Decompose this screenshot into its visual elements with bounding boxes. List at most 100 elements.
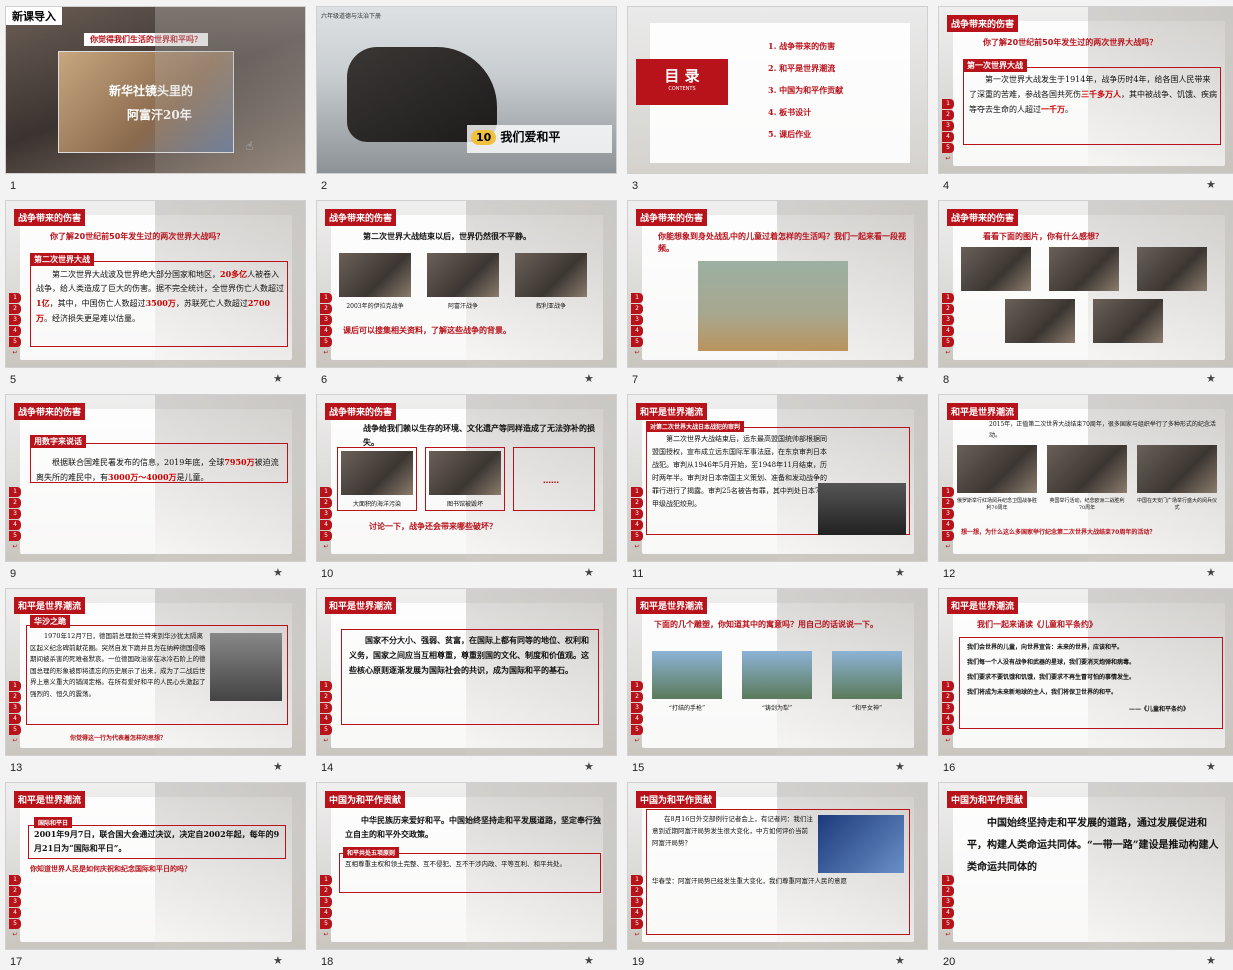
side-nav-item-5[interactable]: 5 xyxy=(9,337,21,347)
slide-canvas[interactable]: 中国为和平作贡献 1 2 3 4 5 ↩ 在8月16日外交部例行记者会上，有记者问：我们注意到… xyxy=(627,782,928,950)
side-nav-item-3[interactable]: 3 xyxy=(942,121,954,131)
slide-thumb-15[interactable]: 和平是世界潮流 1 2 3 4 5 ↩ 下面的几个雕塑，你知道其中的寓意吗？用自己的话说说一下… xyxy=(622,582,933,776)
slide-thumb-2[interactable]: 六年级道德与法治下册 10 我们爱和平 2 xyxy=(311,0,622,194)
side-nav-item-2[interactable]: 2 xyxy=(9,498,21,508)
side-nav-item-3[interactable]: 3 xyxy=(9,897,21,907)
nav-arrow-icon[interactable]: ↩ xyxy=(320,348,332,358)
slide-canvas[interactable]: 和平是世界潮流 1 2 3 4 5 ↩ 国家不分大小、强弱、贫富，在国际上都有同等的地位、权利… xyxy=(316,588,617,756)
nav-arrow-icon[interactable]: ↩ xyxy=(631,542,643,552)
nav-arrow-icon[interactable]: ↩ xyxy=(9,736,21,746)
side-nav-item-3[interactable]: 3 xyxy=(942,315,954,325)
star-icon[interactable]: ★ xyxy=(1206,954,1216,967)
video-cover[interactable]: 新华社镜头里的 阿富汗20年 xyxy=(58,51,234,153)
side-nav-item-1[interactable]: 1 xyxy=(320,487,332,497)
side-nav-item-1[interactable]: 1 xyxy=(942,681,954,691)
side-nav-item-1[interactable]: 1 xyxy=(320,875,332,885)
slide-canvas[interactable]: 和平是世界潮流 1 2 3 4 5 ↩ 2015年，正值第二次世界大战结束70周年，很多国家与… xyxy=(938,394,1233,562)
side-nav-item-5[interactable]: 5 xyxy=(320,725,332,735)
side-nav-item-3[interactable]: 3 xyxy=(320,897,332,907)
slide-canvas[interactable]: 战争带来的伤害 1 2 3 4 5 ↩ 战争给我们赖以生存的环境、文化遗产等同样造成了无法弥补… xyxy=(316,394,617,562)
side-nav-item-4[interactable]: 4 xyxy=(9,714,21,724)
side-nav-item-1[interactable]: 1 xyxy=(942,487,954,497)
side-nav-item-4[interactable]: 4 xyxy=(320,520,332,530)
nav-arrow-icon[interactable]: ↩ xyxy=(9,348,21,358)
side-nav-item-2[interactable]: 2 xyxy=(942,886,954,896)
nav-arrow-icon[interactable]: ↩ xyxy=(942,348,954,358)
slide-canvas[interactable]: 六年级道德与法治下册 10 我们爱和平 xyxy=(316,6,617,174)
slide-canvas[interactable]: 战争带来的伤害 1 2 3 4 5 ↩ 你能想象到身处战乱中的儿童过着怎样的生活吗？我们一起来… xyxy=(627,200,928,368)
star-icon[interactable]: ★ xyxy=(895,760,905,773)
slide-thumb-10[interactable]: 战争带来的伤害 1 2 3 4 5 ↩ 战争给我们赖以生存的环境、文化遗产等同样造成了无法弥补… xyxy=(311,388,622,582)
side-nav-item-2[interactable]: 2 xyxy=(942,304,954,314)
slide-thumb-19[interactable]: 中国为和平作贡献 1 2 3 4 5 ↩ 在8月16日外交部例行记者会上，有记者问：我们注意到… xyxy=(622,776,933,970)
nav-arrow-icon[interactable]: ↩ xyxy=(320,736,332,746)
side-nav-item-3[interactable]: 3 xyxy=(9,315,21,325)
side-nav-item-2[interactable]: 2 xyxy=(320,498,332,508)
star-icon[interactable]: ★ xyxy=(584,372,594,385)
side-nav-item-4[interactable]: 4 xyxy=(631,326,643,336)
side-nav-item-3[interactable]: 3 xyxy=(942,897,954,907)
side-nav-item-4[interactable]: 4 xyxy=(320,326,332,336)
side-nav-item-3[interactable]: 3 xyxy=(631,509,643,519)
side-nav-item-3[interactable]: 3 xyxy=(631,703,643,713)
nav-arrow-icon[interactable]: ↩ xyxy=(9,542,21,552)
side-nav-item-3[interactable]: 3 xyxy=(320,315,332,325)
toc-item-4[interactable]: 4. 板书设计 xyxy=(768,107,811,118)
side-nav-item-4[interactable]: 4 xyxy=(942,326,954,336)
side-nav-item-3[interactable]: 3 xyxy=(9,509,21,519)
side-nav-item-5[interactable]: 5 xyxy=(320,919,332,929)
star-icon[interactable]: ★ xyxy=(1206,760,1216,773)
star-icon[interactable]: ★ xyxy=(584,566,594,579)
side-nav-item-5[interactable]: 5 xyxy=(9,725,21,735)
side-nav-item-3[interactable]: 3 xyxy=(631,897,643,907)
star-icon[interactable]: ★ xyxy=(273,954,283,967)
slide-thumb-17[interactable]: 和平是世界潮流 1 2 3 4 5 ↩ 国际和平日 2001年9月7日，联合国大会通过决议，决定… xyxy=(0,776,311,970)
side-nav-item-1[interactable]: 1 xyxy=(320,681,332,691)
side-nav-item-2[interactable]: 2 xyxy=(942,692,954,702)
star-icon[interactable]: ★ xyxy=(895,372,905,385)
slide-thumb-5[interactable]: 战争带来的伤害 1 2 3 4 5 ↩ 你了解20世纪前50年发生过的两次世界大战吗？ 第二次世… xyxy=(0,194,311,388)
slide-canvas[interactable]: 和平是世界潮流 1 2 3 4 5 ↩ 我们一起来诵读《儿童和平条约》 我们会世界的儿童，向世界… xyxy=(938,588,1233,756)
side-nav-item-5[interactable]: 5 xyxy=(942,143,954,153)
star-icon[interactable]: ★ xyxy=(1206,372,1216,385)
nav-arrow-icon[interactable]: ↩ xyxy=(942,542,954,552)
slide-canvas[interactable]: 战争带来的伤害 1 2 3 4 5 ↩ 第二次世界大战结束以后，世界仍然很不平静。 2003年的… xyxy=(316,200,617,368)
side-nav-item-1[interactable]: 1 xyxy=(9,875,21,885)
slide-canvas[interactable]: 新课导入 你觉得我们生活的世界和平吗？ 新华社镜头里的 阿富汗20年 ☝ xyxy=(5,6,306,174)
slide-thumb-18[interactable]: 中国为和平作贡献 1 2 3 4 5 ↩ 中华民族历来爱好和平。中国始终坚持走和平发展道路，坚… xyxy=(311,776,622,970)
slide-thumb-14[interactable]: 和平是世界潮流 1 2 3 4 5 ↩ 国家不分大小、强弱、贫富，在国际上都有同等的地位、权利… xyxy=(311,582,622,776)
slide-thumb-4[interactable]: 战争带来的伤害 1 2 3 4 5 ↩ 你了解20世纪前50年发生过的两次世界大战吗？ 第一次世… xyxy=(933,0,1233,194)
side-nav-item-1[interactable]: 1 xyxy=(631,293,643,303)
side-nav-item-1[interactable]: 1 xyxy=(942,99,954,109)
side-nav-item-1[interactable]: 1 xyxy=(942,875,954,885)
slide-thumb-11[interactable]: 和平是世界潮流 1 2 3 4 5 ↩ 对第二次世界大战日本战犯的审判 第二次世界大战结束后，远… xyxy=(622,388,933,582)
side-nav-item-4[interactable]: 4 xyxy=(631,520,643,530)
side-nav-item-1[interactable]: 1 xyxy=(9,487,21,497)
side-nav-item-2[interactable]: 2 xyxy=(942,110,954,120)
slide-canvas[interactable]: 目 录 CONTENTS 1. 战争带来的伤害 2. 和平是世界潮流 3. 中国为和平作… xyxy=(627,6,928,174)
nav-arrow-icon[interactable]: ↩ xyxy=(9,930,21,940)
side-nav-item-3[interactable]: 3 xyxy=(9,703,21,713)
slide-canvas[interactable]: 和平是世界潮流 1 2 3 4 5 ↩ 对第二次世界大战日本战犯的审判 第二次世界大战结束后，远… xyxy=(627,394,928,562)
side-nav-item-2[interactable]: 2 xyxy=(320,886,332,896)
side-nav-item-4[interactable]: 4 xyxy=(9,908,21,918)
side-nav-item-2[interactable]: 2 xyxy=(631,498,643,508)
side-nav-item-4[interactable]: 4 xyxy=(631,908,643,918)
star-icon[interactable]: ★ xyxy=(1206,178,1216,191)
nav-arrow-icon[interactable]: ↩ xyxy=(942,736,954,746)
slide-canvas[interactable]: 和平是世界潮流 1 2 3 4 5 ↩ 国际和平日 2001年9月7日，联合国大会通过决议，决定… xyxy=(5,782,306,950)
side-nav-item-5[interactable]: 5 xyxy=(9,919,21,929)
side-nav-item-5[interactable]: 5 xyxy=(942,725,954,735)
toc-item-5[interactable]: 5. 课后作业 xyxy=(768,129,811,140)
slide-thumb-8[interactable]: 战争带来的伤害 1 2 3 4 5 ↩ 看看下面的图片，你有什么感想？ 8 ★ xyxy=(933,194,1233,388)
side-nav-item-1[interactable]: 1 xyxy=(942,293,954,303)
side-nav-item-3[interactable]: 3 xyxy=(942,509,954,519)
side-nav-item-1[interactable]: 1 xyxy=(631,487,643,497)
nav-arrow-icon[interactable]: ↩ xyxy=(631,736,643,746)
side-nav-item-5[interactable]: 5 xyxy=(942,531,954,541)
side-nav-item-4[interactable]: 4 xyxy=(942,908,954,918)
side-nav-item-4[interactable]: 4 xyxy=(9,520,21,530)
nav-arrow-icon[interactable]: ↩ xyxy=(631,930,643,940)
side-nav-item-5[interactable]: 5 xyxy=(320,337,332,347)
toc-item-1[interactable]: 1. 战争带来的伤害 xyxy=(768,41,835,52)
